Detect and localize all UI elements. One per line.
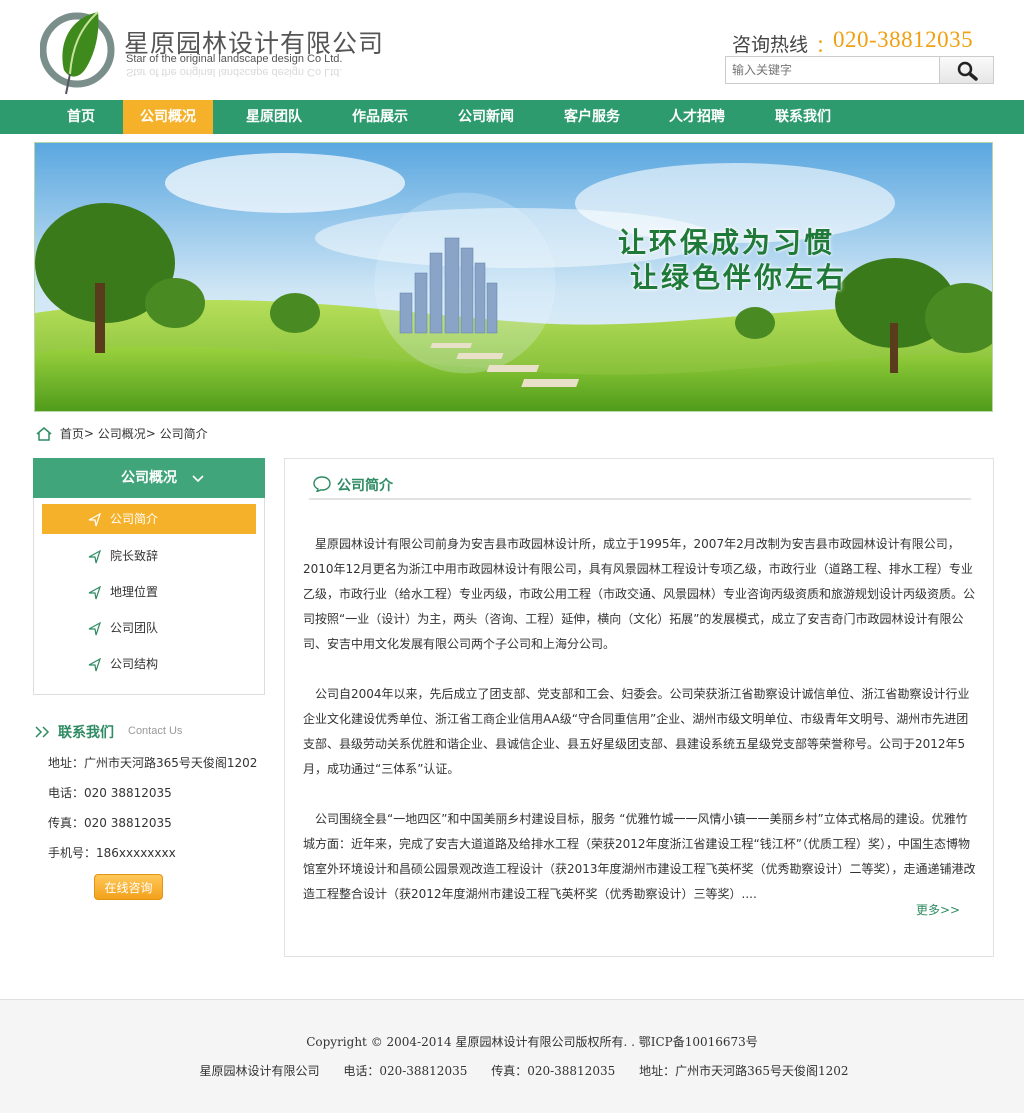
main-nav: 首页 公司概况 星原团队 作品展示 公司新闻 客户服务 人才招聘 联系我们: [0, 100, 1024, 134]
hotline-label: 咨询热线: [732, 34, 809, 56]
contact-fax: 传真：020 38812035: [48, 816, 172, 830]
home-icon: [36, 426, 52, 441]
banner-slogan-line1: 让环保成为习惯: [618, 226, 836, 259]
hotline-colon: ：: [816, 36, 834, 57]
breadcrumb-overview[interactable]: 公司概况: [98, 427, 146, 441]
main-title: 公司简介: [337, 478, 393, 494]
hotline-number: 020-38812035: [833, 27, 974, 52]
nav-item-customer-service[interactable]: 客户服务: [547, 100, 637, 134]
footer-contact-line: 星原园林设计有限公司 电话：020-38812035 传真：020-388120…: [0, 1062, 1024, 1079]
footer-fax: 传真：020-38812035: [491, 1064, 616, 1078]
title-divider: [309, 498, 971, 500]
sidebar-item-label: 地理位置: [110, 585, 159, 599]
contact-title: 联系我们: [58, 725, 114, 741]
send-arrow-icon: [88, 621, 102, 636]
sidebar-item-label: 公司团队: [110, 621, 159, 635]
intro-paragraph-3: 公司围绕全县“一地四区”和中国美丽乡村建设目标，服务 “优雅竹城一一风情小镇一一…: [303, 812, 976, 901]
send-arrow-icon: [88, 512, 102, 527]
chevron-down-icon: [192, 475, 204, 483]
footer-company: 星原园林设计有限公司: [199, 1064, 320, 1078]
footer-copyright: Copyright © 2004-2014 星原园林设计有限公司版权所有. . …: [306, 1035, 758, 1049]
sidebar-item-structure[interactable]: 公司结构: [42, 649, 256, 679]
sidebar-title: 公司概况: [33, 458, 265, 498]
send-arrow-icon: [88, 549, 102, 564]
company-name-en: Star of the original landscape design Co…: [126, 53, 343, 65]
footer: [0, 999, 1024, 1113]
chat-bubble-icon: [313, 476, 331, 492]
sidebar-item-company-profile[interactable]: 公司简介: [42, 504, 256, 534]
header: 星原园林设计有限公司 Star of the original landscap…: [0, 0, 1024, 100]
online-consult-button[interactable]: 在线咨询: [94, 874, 163, 900]
footer-address: 地址：广州市天河路365号天俊阁1202: [639, 1064, 849, 1078]
breadcrumb: 首页> 公司概况> 公司简介: [36, 425, 208, 442]
search-input[interactable]: [725, 56, 940, 84]
sidebar-item-label: 公司简介: [110, 512, 159, 526]
send-arrow-icon: [88, 657, 102, 672]
nav-item-contact[interactable]: 联系我们: [758, 100, 848, 134]
nav-item-news[interactable]: 公司新闻: [441, 100, 531, 134]
sidebar-item-label: 公司结构: [110, 657, 159, 671]
footer-phone: 电话：020-38812035: [343, 1064, 468, 1078]
banner-slogan-line2: 让绿色伴你左右: [630, 261, 848, 294]
nav-item-team[interactable]: 星原团队: [229, 100, 319, 134]
intro-paragraph-2: 公司自2004年以来，先后成立了团支部、党支部和工会、妇委会。公司荣获浙江省勘察…: [303, 687, 970, 776]
more-link[interactable]: 更多>>: [916, 901, 960, 918]
nav-item-recruitment[interactable]: 人才招聘: [652, 100, 742, 134]
search-icon: [957, 61, 978, 81]
sidebar-title-text: 公司概况: [121, 470, 177, 486]
send-arrow-icon: [88, 585, 102, 600]
company-name-en-reflection: Star of the original landscape design Co…: [126, 66, 343, 78]
breadcrumb-current: 公司简介: [159, 427, 208, 441]
banner-landscape-image: [35, 143, 992, 411]
search-button[interactable]: [939, 56, 994, 84]
double-arrow-icon: [35, 726, 50, 738]
sidebar-item-team[interactable]: 公司团队: [42, 613, 256, 643]
sidebar-item-president-speech[interactable]: 院长致辞: [42, 541, 256, 571]
breadcrumb-separator: >: [83, 426, 94, 441]
contact-address: 地址：广州市天河路365号天俊阁1202: [48, 756, 258, 770]
leaf-logo-icon[interactable]: [40, 8, 118, 98]
breadcrumb-separator: >: [145, 426, 156, 441]
breadcrumb-home[interactable]: 首页: [60, 427, 84, 441]
sidebar-item-location[interactable]: 地理位置: [42, 577, 256, 607]
intro-paragraph-1: 星原园林设计有限公司前身为安吉县市政园林设计所，成立于1995年，2007年2月…: [303, 537, 976, 651]
nav-item-home[interactable]: 首页: [34, 100, 128, 134]
contact-phone: 电话：020 38812035: [48, 786, 172, 800]
nav-item-works[interactable]: 作品展示: [335, 100, 425, 134]
contact-mobile: 手机号：186xxxxxxxx: [48, 846, 176, 860]
hero-banner: 让环保成为习惯 让绿色伴你左右: [34, 142, 993, 412]
sidebar-item-label: 院长致辞: [110, 549, 159, 563]
contact-subtitle: Contact Us: [128, 725, 183, 737]
nav-item-company-overview[interactable]: 公司概况: [123, 100, 213, 134]
